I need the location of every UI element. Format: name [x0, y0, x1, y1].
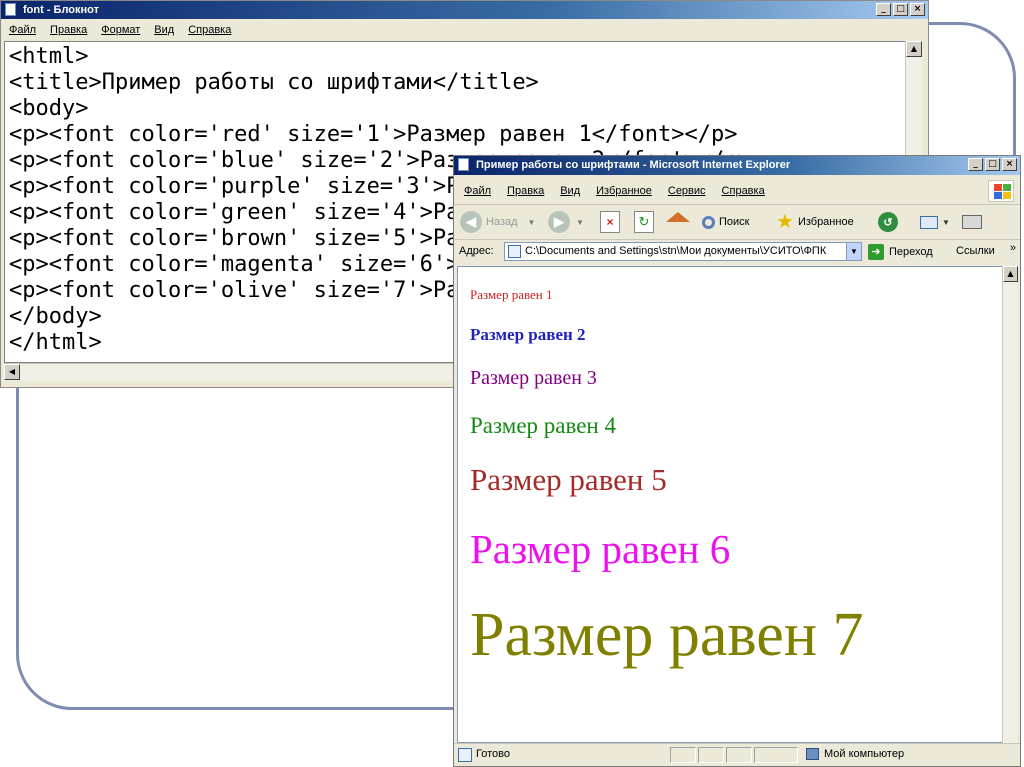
refresh-button[interactable]: ↻: [634, 209, 654, 235]
address-bar: Адрес: C:\Documents and Settings\stn\Мои…: [454, 240, 1020, 264]
code-line: <html>: [9, 44, 89, 69]
stop-icon: ×: [600, 211, 620, 233]
address-label: Адрес:: [459, 245, 494, 257]
menu-tools[interactable]: Сервис: [668, 185, 706, 197]
code-line: <title>Пример работы со шрифтами</title>: [9, 70, 539, 95]
forward-dropdown-icon[interactable]: ▼: [576, 218, 584, 227]
menu-view[interactable]: Вид: [154, 24, 174, 36]
scroll-up-arrow-icon[interactable]: ▲: [906, 41, 922, 57]
address-value: C:\Documents and Settings\stn\Мои докуме…: [525, 245, 827, 257]
menu-favorites[interactable]: Избранное: [596, 185, 652, 197]
scroll-up-arrow-icon[interactable]: ▲: [1003, 266, 1018, 282]
print-button[interactable]: [962, 209, 982, 235]
search-button[interactable]: Поиск: [702, 209, 749, 235]
close-button[interactable]: ×: [910, 3, 925, 16]
refresh-icon: ↻: [634, 211, 654, 233]
ie-toolbar: ◀ Назад ▼ ▶ ▼ × ↻ Поиск ★ Избранное ↺ ▼: [454, 204, 1020, 240]
mail-icon: [920, 215, 938, 229]
sample-text-size-2: Размер равен 2: [470, 325, 586, 344]
home-icon: [666, 212, 690, 222]
forward-button[interactable]: ▶ ▼: [548, 209, 584, 235]
scroll-left-arrow-icon[interactable]: ◀: [4, 364, 20, 380]
menu-help[interactable]: Справка: [188, 24, 231, 36]
ie-titlebar[interactable]: Пример работы со шрифтами - Microsoft In…: [454, 156, 1020, 175]
mail-dropdown-icon[interactable]: ▼: [942, 218, 950, 227]
links-button[interactable]: Ссылки: [956, 245, 995, 257]
chevron-right-icon[interactable]: »: [1010, 242, 1016, 254]
sample-text-size-4: Размер равен 4: [470, 413, 616, 438]
menu-view[interactable]: Вид: [560, 185, 580, 197]
go-button[interactable]: ➜ Переход: [868, 242, 933, 261]
maximize-button[interactable]: □: [985, 158, 1000, 171]
search-icon: [702, 215, 715, 229]
address-dropdown-icon[interactable]: ▼: [846, 243, 861, 260]
back-label: Назад: [486, 216, 518, 228]
sample-text-size-7: Размер равен 7: [470, 601, 864, 669]
sample-text-size-5: Размер равен 5: [470, 462, 667, 497]
page-icon: [508, 245, 521, 258]
ie-menubar: Файл Правка Вид Избранное Сервис Справка: [454, 180, 984, 202]
page-content: Размер равен 1 Размер равен 2 Размер рав…: [457, 266, 1004, 743]
status-pane: [698, 747, 724, 763]
menu-help[interactable]: Справка: [722, 185, 765, 197]
status-bar: Готово Мой компьютер: [454, 743, 1020, 766]
code-line: <p><font color='red' size='1'>Размер рав…: [9, 122, 738, 147]
ie-window: Пример работы со шрифтами - Microsoft In…: [453, 155, 1021, 767]
menu-edit[interactable]: Правка: [50, 24, 87, 36]
history-icon: ↺: [878, 212, 898, 232]
favorites-button[interactable]: ★ Избранное: [776, 209, 854, 235]
favorites-label: Избранное: [797, 216, 854, 228]
ie-icon: [458, 158, 469, 171]
close-button[interactable]: ×: [1002, 158, 1017, 171]
sample-text-size-1: Размер равен 1: [470, 287, 553, 302]
back-dropdown-icon[interactable]: ▼: [528, 218, 536, 227]
ie-vertical-scrollbar[interactable]: ▲: [1002, 266, 1018, 743]
go-label: Переход: [889, 245, 933, 258]
code-line: </body>: [9, 304, 102, 329]
home-button[interactable]: [666, 209, 690, 235]
notepad-titlebar[interactable]: font - Блокнот _ □ ×: [1, 1, 928, 19]
menu-format[interactable]: Формат: [101, 24, 140, 36]
minimize-button[interactable]: _: [876, 3, 891, 16]
maximize-button[interactable]: □: [893, 3, 908, 16]
print-icon: [962, 215, 982, 229]
menu-file[interactable]: Файл: [464, 185, 491, 197]
status-pane: [726, 747, 752, 763]
sample-text-size-6: Размер равен 6: [470, 526, 731, 572]
code-line: </html>: [9, 330, 102, 355]
notepad-title: font - Блокнот: [23, 4, 99, 16]
back-button[interactable]: ◀ Назад ▼: [460, 209, 535, 235]
star-icon: ★: [776, 211, 794, 233]
minimize-button[interactable]: _: [968, 158, 983, 171]
notepad-menubar: Файл Правка Формат Вид Справка: [1, 20, 928, 40]
back-arrow-icon: ◀: [460, 211, 482, 233]
forward-arrow-icon: ▶: [548, 211, 570, 233]
address-input[interactable]: C:\Documents and Settings\stn\Мои докуме…: [504, 242, 862, 261]
ie-title: Пример работы со шрифтами - Microsoft In…: [476, 159, 791, 171]
search-label: Поиск: [719, 216, 750, 228]
computer-icon: [806, 748, 819, 760]
menu-edit[interactable]: Правка: [507, 185, 544, 197]
go-arrow-icon: ➜: [868, 243, 884, 260]
mail-button[interactable]: ▼: [920, 209, 950, 235]
status-pane: [670, 747, 696, 763]
menu-file[interactable]: Файл: [9, 24, 36, 36]
windows-logo-icon: [988, 180, 1014, 202]
status-text: Готово: [476, 748, 510, 760]
history-button[interactable]: ↺: [878, 209, 898, 235]
done-page-icon: [458, 748, 472, 762]
zone-text: Мой компьютер: [824, 748, 905, 760]
sample-text-size-3: Размер равен 3: [470, 367, 597, 389]
code-line: <body>: [9, 96, 89, 121]
notepad-icon: [5, 3, 16, 16]
status-pane: [754, 747, 798, 763]
stop-button[interactable]: ×: [600, 209, 620, 235]
